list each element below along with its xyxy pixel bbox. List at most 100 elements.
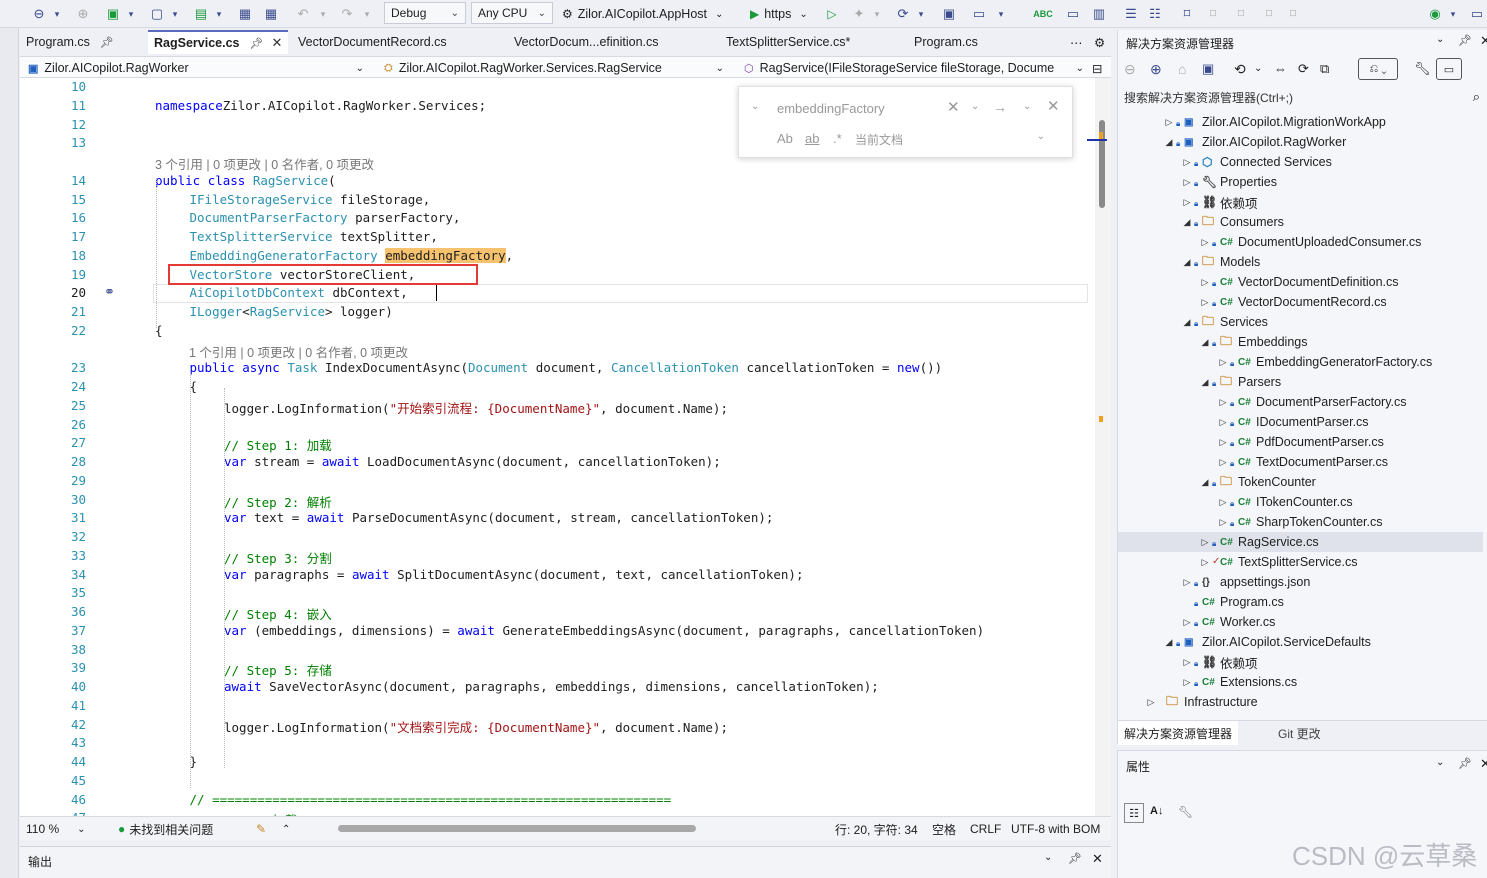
save-all-icon[interactable]: ▦ [262,3,280,25]
format-icon[interactable]: ☰ [1122,3,1140,25]
open-dropdown-icon[interactable]: ▾ [214,3,224,25]
new-file-icon[interactable]: ▢ [148,3,166,25]
find-options-dropdown-icon[interactable]: ⌄ [1023,101,1031,112]
refresh-dropdown-icon[interactable]: ▾ [916,3,926,25]
cursor-position[interactable]: 行: 20, 字符: 34 [835,817,918,841]
expanded-arrow-icon[interactable]: ◢ [1182,217,1192,228]
run-button[interactable]: ▶ https ⌄ [750,3,820,25]
collapsed-arrow-icon[interactable]: ▷ [1182,177,1192,188]
tab-ragservice-cs[interactable]: RagService.cs 📌︎ ✕ [148,30,288,54]
switch-view-icon[interactable]: ▣ [1202,61,1214,77]
platform-select[interactable]: Any CPU ⌄ [471,2,553,24]
property-pages-icon[interactable]: 🔧︎ [1178,805,1193,819]
close-icon[interactable]: ✕ [271,35,282,51]
chevron-up-icon[interactable]: ⌃ [282,817,294,841]
tree-item[interactable]: ▷ 🔒︎ C# SharpTokenCounter.cs [1118,512,1483,532]
tab-git-changes[interactable]: Git 更改 [1278,721,1358,745]
tree-item[interactable]: ◢ 🔒︎ 🗀︎ TokenCounter [1118,472,1483,492]
horizontal-scroll-thumb[interactable] [338,825,696,832]
whitespace-mode[interactable]: 空格 [932,817,956,841]
tab-vectordocumentrecord-cs[interactable]: VectorDocumentRecord.cs [292,30,502,54]
codelens-references[interactable]: 1 个引用 | 0 项更改 | 0 名作者, 0 项更改 [189,342,408,361]
tree-item[interactable]: ▷ 🔒︎ C# DocumentParserFactory.cs [1118,392,1483,412]
tab-overflow-icon[interactable]: ⋯ [1064,30,1086,54]
history-dropdown-icon[interactable]: ⌄ [971,101,979,112]
expanded-arrow-icon[interactable]: ◢ [1200,377,1210,388]
next-bookmark-icon[interactable]: ⌑ [1232,3,1250,25]
refresh-icon[interactable]: ⟳ [894,3,912,25]
account-icon[interactable]: ◉ [1424,3,1446,25]
clear-icon[interactable]: ✕ [947,98,960,116]
tree-item[interactable]: ◢ 🔒︎ ▣ Zilor.AICopilot.RagWorker [1118,132,1483,152]
file-dropdown-icon[interactable]: ▾ [170,3,180,25]
output-menu-icon[interactable]: ⌄ [1044,852,1052,863]
tree-item[interactable]: ▷ 🔒︎ C# IDocumentParser.cs [1118,412,1483,432]
pin-icon[interactable]: 📌︎ [249,37,263,50]
tree-item[interactable]: ▷ 🔒︎ C# EmbeddingGeneratorFactory.cs [1118,352,1483,372]
spellcheck-icon[interactable]: ABC [1033,3,1053,25]
preview-toggle-icon[interactable]: ▭ [1436,58,1462,80]
tree-item[interactable]: 🔒︎ C# Program.cs [1118,592,1483,612]
tab-vectordocumentdefinition-cs[interactable]: VectorDocum...efinition.cs [508,30,716,54]
new-project-icon[interactable]: ▣ [104,3,122,25]
tree-item[interactable]: ◢ 🔒︎ 🗀︎ Parsers [1118,372,1483,392]
tree-item[interactable]: ▷ 🔒︎ C# PdfDocumentParser.cs [1118,432,1483,452]
back-icon[interactable]: ⊖ [1124,61,1136,78]
tree-item[interactable]: ▷ 🔒︎ ▣ Zilor.AICopilot.MigrationWorkApp [1118,112,1483,132]
configuration-select[interactable]: Debug ⌄ [384,2,466,24]
issues-indicator[interactable]: ● 未找到相关问题 [118,817,258,841]
filter-toggle-icon[interactable]: ⎌ ⌄ [1358,58,1398,80]
code-editor[interactable]: 10 11 namespaceZilor.AICopilot.RagWorker.S… [20,78,1095,816]
notifications-icon[interactable]: ▭ [1470,3,1484,25]
account-dropdown-icon[interactable]: ▾ [1448,3,1458,25]
collapsed-arrow-icon[interactable]: ▷ [1218,497,1228,508]
search-scope-select[interactable]: 当前文档 ⌄ [855,131,1045,148]
collapsed-arrow-icon[interactable]: ▷ [1200,277,1210,288]
collapsed-arrow-icon[interactable]: ▷ [1200,297,1210,308]
tree-item[interactable]: ◢ 🔒︎ 🗀︎ Consumers [1118,212,1483,232]
collapsed-arrow-icon[interactable]: ▷ [1182,157,1192,168]
prev-bookmark-icon[interactable]: ⌑ [1204,3,1222,25]
tree-item[interactable]: ◢ 🔒︎ 🗀︎ Models [1118,252,1483,272]
tree-item[interactable]: ▷ 🔒︎ ⛓ 依赖项 [1118,192,1483,212]
window-icon[interactable]: ▭ [970,3,988,25]
collapsed-arrow-icon[interactable]: ▷ [1182,617,1192,628]
pin-icon[interactable]: 📌︎ [1458,34,1472,47]
refresh-icon[interactable]: ⟳ [1298,61,1309,77]
sync-icon[interactable]: ⇔ [1274,61,1287,76]
collapsed-arrow-icon[interactable]: ▷ [1200,537,1210,548]
file-encoding[interactable]: UTF-8 with BOM [1011,817,1100,841]
comment-icon[interactable]: ▭ [1064,3,1082,25]
tree-item[interactable]: ▷ 🔒︎ C# DocumentUploadedConsumer.cs [1118,232,1483,252]
collapsed-arrow-icon[interactable]: ▷ [1218,397,1228,408]
codelens-references[interactable]: 3 个引用 | 0 项更改 | 0 名作者, 0 项更改 [155,154,374,173]
pending-changes-icon[interactable]: ⟲ [1234,61,1246,78]
quick-action-link-icon[interactable]: ⚭ [104,284,115,300]
browse-icon[interactable]: ▣ [940,3,958,25]
match-case-toggle[interactable]: Ab [777,131,793,146]
collapsed-arrow-icon[interactable]: ▷ [1218,437,1228,448]
expanded-arrow-icon[interactable]: ◢ [1200,477,1210,488]
redo-dropdown-icon[interactable]: ▾ [362,3,372,25]
find-input[interactable]: embeddingFactory [777,98,963,118]
project-dropdown[interactable]: ▣ Zilor.AICopilot.RagWorker ⌄ [28,58,368,78]
member-dropdown[interactable]: ⬡ RagService(IFileStorageService fileSto… [744,58,1088,78]
regex-toggle[interactable]: .* [833,131,842,146]
expand-replace-icon[interactable]: ⌄ [751,101,759,112]
collapsed-arrow-icon[interactable]: ▷ [1182,577,1192,588]
save-icon[interactable]: ▦ [236,3,254,25]
open-icon[interactable]: ▤ [192,3,210,25]
tab-settings-icon[interactable]: ⚙ [1088,30,1110,54]
forward-icon[interactable]: ⊕ [1150,61,1162,78]
tree-item[interactable]: ▷ 🔒︎ C# RagService.cs [1118,532,1483,552]
clear-bookmark-icon[interactable]: ⌑ [1260,3,1278,25]
editor-vertical-scrollbar[interactable] [1087,78,1111,816]
tab-program-cs-pinned[interactable]: Program.cs 📌︎ [20,30,146,54]
expanded-arrow-icon[interactable]: ◢ [1182,317,1192,328]
forward-icon[interactable]: ⊕ [74,3,92,25]
expanded-arrow-icon[interactable]: ◢ [1182,257,1192,268]
undo-icon[interactable]: ↶ [294,3,312,25]
pending-dropdown-icon[interactable]: ⌄ [1254,63,1262,74]
collapsed-arrow-icon[interactable]: ▷ [1182,677,1192,688]
expanded-arrow-icon[interactable]: ◢ [1164,637,1174,648]
